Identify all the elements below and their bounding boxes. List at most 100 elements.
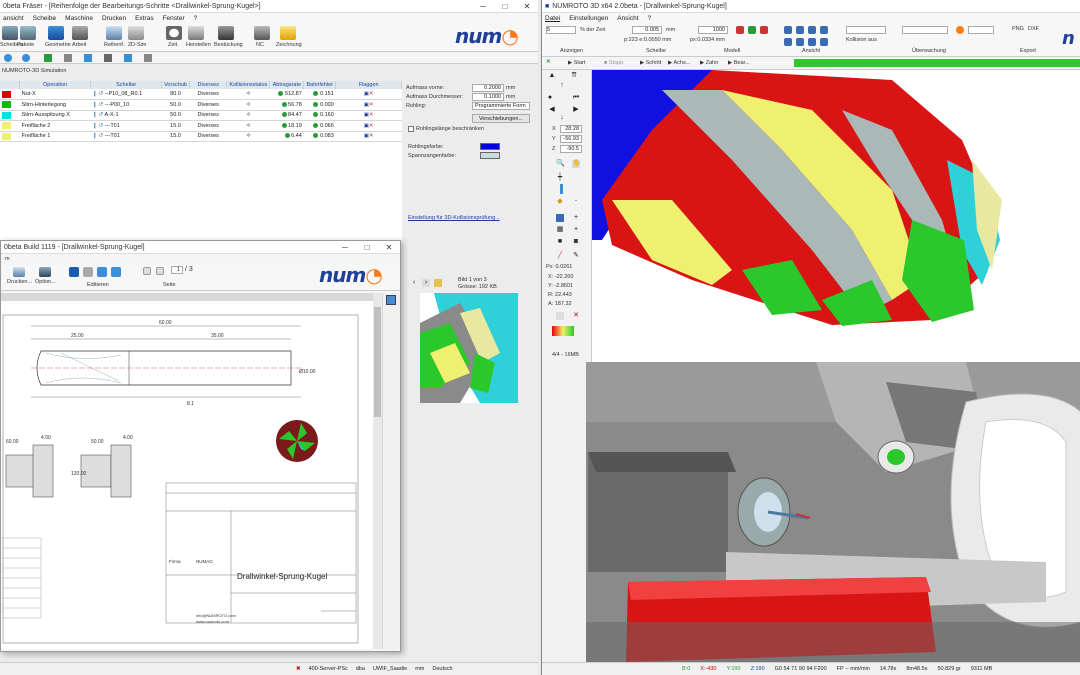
paint-icon[interactable]: ◆ xyxy=(556,198,564,206)
drawing-scrollbar[interactable] xyxy=(373,293,382,649)
flag-icon[interactable]: ✕ xyxy=(369,123,374,129)
folder-icon[interactable] xyxy=(434,279,442,287)
column-header[interactable]: Kollisionsstatus xyxy=(226,81,271,89)
arrow-up-icon[interactable]: ↑ xyxy=(558,82,566,90)
plus-icon[interactable]: + xyxy=(572,214,580,222)
column-header[interactable]: Operation xyxy=(19,81,92,89)
play-zahn[interactable]: ▶ Zahn xyxy=(700,60,718,66)
tool-icon[interactable] xyxy=(64,54,72,62)
tool-icon[interactable] xyxy=(144,54,152,62)
page-field[interactable]: 1 xyxy=(171,266,183,274)
table-row[interactable]: Nut-X ❙ ↺ --P10_08_R0.1 80.0 Diverses ✲ 512.… xyxy=(0,89,402,100)
rohlingslaenge-checkbox[interactable] xyxy=(408,126,414,132)
menu-fenster[interactable]: Fenster xyxy=(163,15,185,22)
aufmass-d-field[interactable]: 0.1000 xyxy=(472,93,504,101)
flag-icon[interactable]: ✕ xyxy=(369,133,374,139)
menu-scheibe[interactable]: Scheibe xyxy=(33,15,57,22)
monitor-slider[interactable] xyxy=(902,26,948,34)
play-axis[interactable]: ▶ Achs... xyxy=(668,60,690,66)
table-row[interactable]: Freifläche 1 ❙ ↺ ---T01 15.0 Diverses ✲ 6.44… xyxy=(0,131,402,142)
slider-icon[interactable]: ┿ xyxy=(556,174,564,182)
coord-x-field[interactable]: 28.28 xyxy=(560,125,582,133)
menu-einstellungen[interactable]: Einstellungen xyxy=(569,15,608,22)
pct-field[interactable]: 0.005 xyxy=(632,26,662,34)
view-icon[interactable] xyxy=(808,38,816,46)
verschiebungen-button[interactable]: Verschiebungen... xyxy=(472,114,530,123)
monitor-field[interactable] xyxy=(968,26,994,34)
view-icon[interactable] xyxy=(808,26,816,34)
overlay-select[interactable] xyxy=(846,26,886,34)
close-icon[interactable]: ✕ xyxy=(572,312,580,320)
zoom-slider[interactable] xyxy=(560,184,563,194)
check-icon[interactable] xyxy=(748,26,756,34)
nc-icon[interactable] xyxy=(254,26,270,40)
prev-arrow-icon[interactable]: ‹ xyxy=(410,279,418,287)
skip-icon[interactable]: ⏮ xyxy=(572,94,580,102)
column-header[interactable]: Diverses xyxy=(189,81,228,89)
pages-icon[interactable] xyxy=(386,295,396,305)
zeit-icon[interactable] xyxy=(166,26,182,40)
line-icon[interactable]: ╱ xyxy=(556,252,564,260)
add-icon[interactable] xyxy=(69,267,79,277)
print-icon[interactable] xyxy=(13,267,25,277)
menu-datei[interactable]: Datei xyxy=(545,15,560,22)
cross-icon[interactable] xyxy=(760,26,768,34)
page-up-icon[interactable] xyxy=(143,267,151,275)
record-icon[interactable] xyxy=(956,26,964,34)
menu-maschine[interactable]: Maschine xyxy=(65,15,93,22)
pakete-icon[interactable] xyxy=(20,26,36,40)
arrow-left-icon[interactable]: ◀ xyxy=(548,106,556,114)
arrow-up-icon[interactable]: ▲ xyxy=(548,72,556,80)
tool-icon[interactable] xyxy=(104,54,112,62)
rotate-icon[interactable] xyxy=(97,267,107,277)
tool-icon[interactable] xyxy=(124,54,132,62)
arbeit-icon[interactable] xyxy=(72,26,88,40)
arrow-right-icon[interactable]: ▶ xyxy=(572,106,580,114)
dot-icon[interactable]: ⋅ xyxy=(572,198,580,206)
ruler-icon[interactable] xyxy=(736,26,744,34)
drawing-menu[interactable]: m xyxy=(5,256,10,262)
play-step[interactable]: ▶ Schritt xyxy=(640,60,661,66)
view-icon[interactable] xyxy=(820,26,828,34)
bestueckung-icon[interactable] xyxy=(218,26,234,40)
column-header[interactable]: Abtragsrate xyxy=(269,81,305,89)
minimize-button[interactable]: ─ xyxy=(334,243,356,252)
column-header[interactable]: Bahnfehler xyxy=(303,81,337,89)
reihenfolge-icon[interactable] xyxy=(106,26,122,40)
geometrie-icon[interactable] xyxy=(48,26,64,40)
view-icon[interactable] xyxy=(784,38,792,46)
menu-help[interactable]: ? xyxy=(194,15,198,22)
grid-icon[interactable]: ▦ xyxy=(556,226,564,234)
table-row[interactable]: Stirn-Ausspitzung X ❙ ↺ A-X-1 50.0 Diverses… xyxy=(0,110,402,121)
menu-drucken[interactable]: Drucken xyxy=(102,15,126,22)
scroll-thumb[interactable] xyxy=(374,307,381,417)
column-header[interactable]: Flaggen xyxy=(335,81,402,89)
flag-icon[interactable]: ✕ xyxy=(369,102,374,108)
aufmass-vorne-field[interactable]: 0.2000 xyxy=(472,84,504,92)
close-icon[interactable]: ✕ xyxy=(546,59,551,65)
rohling-select[interactable]: Programmierte Form xyxy=(472,102,530,110)
table-row[interactable]: Freifläche 2 ❙ ↺ ---T01 15.0 Diverses ✲ 18.1… xyxy=(0,120,402,132)
minimize-button[interactable]: ─ xyxy=(472,2,494,11)
menu-extras[interactable]: Extras xyxy=(135,15,153,22)
kollision-link[interactable]: Einstellung für 3D-Kollisionsprüfung... xyxy=(408,215,500,221)
view-icon[interactable] xyxy=(796,38,804,46)
screenshot-icon[interactable] xyxy=(556,312,564,320)
column-header[interactable]: Vorschub xyxy=(161,81,191,89)
close-button[interactable]: ✕ xyxy=(378,243,400,252)
next-arrow-icon[interactable]: › xyxy=(422,279,430,287)
table-row[interactable]: Stirn-Hinterlegung ❙ ↺ ---P00_10 50.0 Diver… xyxy=(0,99,402,111)
export-png[interactable]: PNG xyxy=(1012,26,1024,32)
zoom-icon[interactable]: 🔍 xyxy=(556,160,565,168)
hand-icon[interactable]: ✋ xyxy=(572,160,581,168)
export-dxf[interactable]: DXF xyxy=(1028,26,1039,32)
tool-icon[interactable] xyxy=(22,54,30,62)
plus-icon[interactable]: + xyxy=(572,226,580,234)
coord-y-field[interactable]: -56.93 xyxy=(560,135,582,143)
maximize-button[interactable]: □ xyxy=(494,2,516,11)
coord-z-field[interactable]: -90.5 xyxy=(560,145,582,153)
sim2d-icon[interactable] xyxy=(128,26,144,40)
tool-icon[interactable] xyxy=(4,54,12,62)
flag-icon[interactable]: ✕ xyxy=(369,91,374,97)
play-stop[interactable]: ■ Stopp xyxy=(604,60,623,66)
